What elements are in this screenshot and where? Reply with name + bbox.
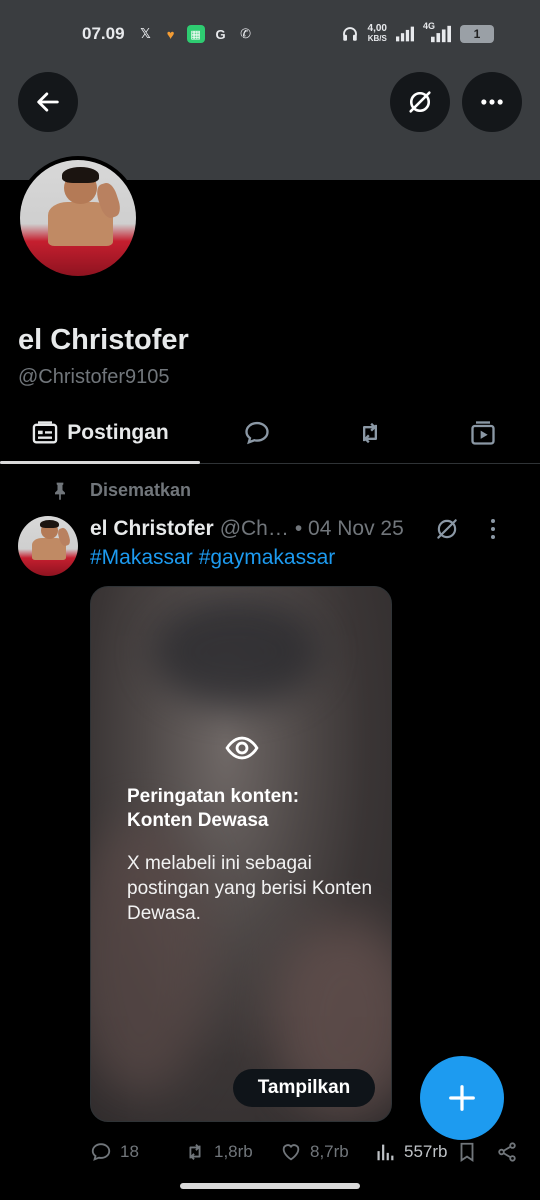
status-bar: 07.09 𝕏 ♥ ▦ G ✆ 4,00 KB/S 4G 1 <box>0 0 540 68</box>
view-count: 557rb <box>404 1142 448 1161</box>
arrow-left-icon <box>37 92 59 112</box>
more-options-button[interactable] <box>462 72 522 132</box>
grok-button[interactable] <box>390 72 450 132</box>
reply-button[interactable]: 18 <box>90 1138 139 1166</box>
post-header: el Christofer @Ch… • 04 Nov 25 <box>90 516 530 542</box>
heart-icon <box>282 1144 300 1161</box>
post-avatar-image <box>18 516 78 576</box>
battery-icon: 1 <box>460 25 494 43</box>
post-more-icon[interactable] <box>490 517 496 541</box>
tab-posts[interactable]: Postingan <box>0 402 200 464</box>
reply-count: 18 <box>120 1142 139 1161</box>
pinned-label: Disematkan <box>90 480 192 500</box>
tab-replies[interactable] <box>200 402 313 463</box>
network-type: 4G <box>423 21 436 31</box>
content-warning-title: Peringatan konten: Konten Dewasa <box>127 786 300 831</box>
network-speed-value: 4,00 <box>367 23 387 34</box>
bookmark-icon <box>460 1142 474 1162</box>
post-date: • 04 Nov 25 <box>294 517 404 540</box>
chat-app-icon: ▦ <box>186 25 205 43</box>
avatar-image <box>20 160 136 276</box>
grok-icon <box>409 91 431 113</box>
bookmark-button[interactable] <box>456 1138 478 1166</box>
like-button[interactable]: 8,7rb <box>280 1138 349 1166</box>
back-button[interactable] <box>18 72 78 132</box>
post-media-sensitive[interactable]: Peringatan konten: Konten Dewasa X melab… <box>90 586 392 1122</box>
pinned-indicator: Disematkan <box>50 480 191 501</box>
show-content-button[interactable]: Tampilkan <box>233 1069 375 1107</box>
post-author-handle[interactable]: @Ch… <box>220 517 289 541</box>
post-author-name[interactable]: el Christofer <box>90 517 214 541</box>
profile-name: el Christofer <box>18 324 189 356</box>
network-speed: 4,00 KB/S <box>368 24 387 44</box>
views-button[interactable]: 557rb <box>374 1138 447 1166</box>
like-count: 8,7rb <box>310 1142 349 1161</box>
reply-icon <box>91 1143 111 1161</box>
pin-icon <box>55 482 65 500</box>
more-horizontal-icon <box>481 99 503 105</box>
profile-handle: @Christofer9105 <box>18 366 170 388</box>
google-icon: G <box>215 26 226 42</box>
post-hashtags: #Makassar #gaymakassar <box>90 546 341 570</box>
media-icon <box>470 420 495 445</box>
post-actions: 18 1,8rb 8,7rb 557rb <box>90 1138 530 1166</box>
repost-count: 1,8rb <box>214 1142 253 1161</box>
home-indicator[interactable] <box>180 1183 360 1189</box>
compose-post-button[interactable] <box>420 1056 504 1140</box>
signal-icon <box>396 25 414 43</box>
profile-tabs: Postingan <box>0 402 540 464</box>
content-warning-body: X melabeli ini sebagai postingan yang be… <box>127 853 373 924</box>
post-avatar[interactable] <box>18 516 78 576</box>
reply-icon <box>244 421 269 444</box>
tab-posts-label: Postingan <box>67 420 169 444</box>
status-time: 07.09 <box>82 24 125 43</box>
repost-button[interactable]: 1,8rb <box>184 1138 253 1166</box>
profile-avatar[interactable] <box>16 156 140 280</box>
repost-icon <box>362 422 377 443</box>
repost-icon <box>189 1144 201 1160</box>
plus-icon <box>449 1085 475 1111</box>
share-icon <box>498 1142 516 1162</box>
grok-explain-icon[interactable] <box>434 516 460 542</box>
tab-media[interactable] <box>426 402 539 463</box>
views-chart-icon <box>377 1144 394 1161</box>
posts-icon <box>32 420 58 443</box>
notification-app-icon: ♥ <box>166 26 175 42</box>
tab-reposts[interactable] <box>313 402 426 463</box>
hashtag-link[interactable]: #gaymakassar <box>199 546 336 569</box>
signal-4g-icon: 4G <box>423 21 451 43</box>
share-button[interactable] <box>496 1138 518 1166</box>
headphones-icon <box>341 25 359 43</box>
eye-icon <box>225 736 259 760</box>
whatsapp-icon: ✆ <box>240 26 251 41</box>
x-app-icon: 𝕏 <box>140 26 151 41</box>
network-speed-unit: KB/S <box>367 34 387 43</box>
hashtag-link[interactable]: #Makassar <box>90 546 193 569</box>
